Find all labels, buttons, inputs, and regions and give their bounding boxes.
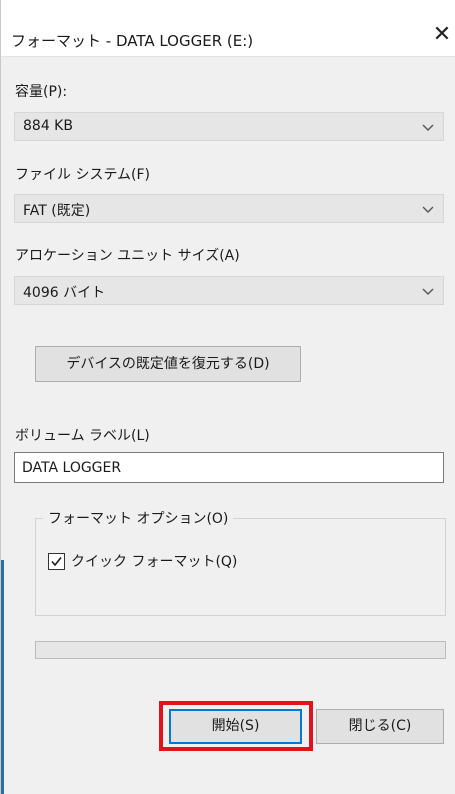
restore-defaults-button[interactable]: デバイスの既定値を復元する(D)	[35, 346, 301, 382]
file-system-label: ファイル システム(F)	[15, 167, 151, 183]
format-progress-bar	[35, 641, 446, 659]
chevron-down-icon	[422, 206, 434, 213]
allocation-unit-label: アロケーション ユニット サイズ(A)	[15, 248, 240, 264]
title-bar: フォーマット - DATA LOGGER (E:) ✕	[1, 0, 455, 57]
capacity-label: 容量(P):	[15, 84, 68, 100]
quick-format-label[interactable]: クイック フォーマット(Q)	[71, 551, 237, 571]
allocation-unit-value: 4096 バイト	[23, 285, 106, 301]
chevron-down-icon	[422, 124, 434, 131]
file-system-value: FAT (既定)	[23, 203, 91, 219]
file-system-select[interactable]: FAT (既定)	[14, 194, 444, 223]
close-icon[interactable]: ✕	[431, 24, 453, 46]
close-button[interactable]: 閉じる(C)	[316, 709, 444, 744]
allocation-unit-select[interactable]: 4096 バイト	[14, 276, 444, 305]
checkmark-icon	[51, 557, 62, 567]
volume-label-label: ボリューム ラベル(L)	[15, 428, 150, 444]
format-dialog: フォーマット - DATA LOGGER (E:) ✕ 容量(P): 884 K…	[0, 0, 455, 794]
chevron-down-icon	[422, 288, 434, 295]
left-accent-bar	[1, 560, 4, 794]
window-title: フォーマット - DATA LOGGER (E:)	[11, 32, 254, 50]
format-options-legend: フォーマット オプション(O)	[43, 508, 234, 528]
volume-label-input[interactable]	[15, 453, 443, 482]
quick-format-checkbox[interactable]	[48, 553, 65, 570]
capacity-value: 884 KB	[23, 118, 73, 134]
volume-label-field[interactable]	[14, 452, 444, 483]
start-button[interactable]: 開始(S)	[169, 709, 302, 744]
capacity-select[interactable]: 884 KB	[14, 112, 444, 141]
